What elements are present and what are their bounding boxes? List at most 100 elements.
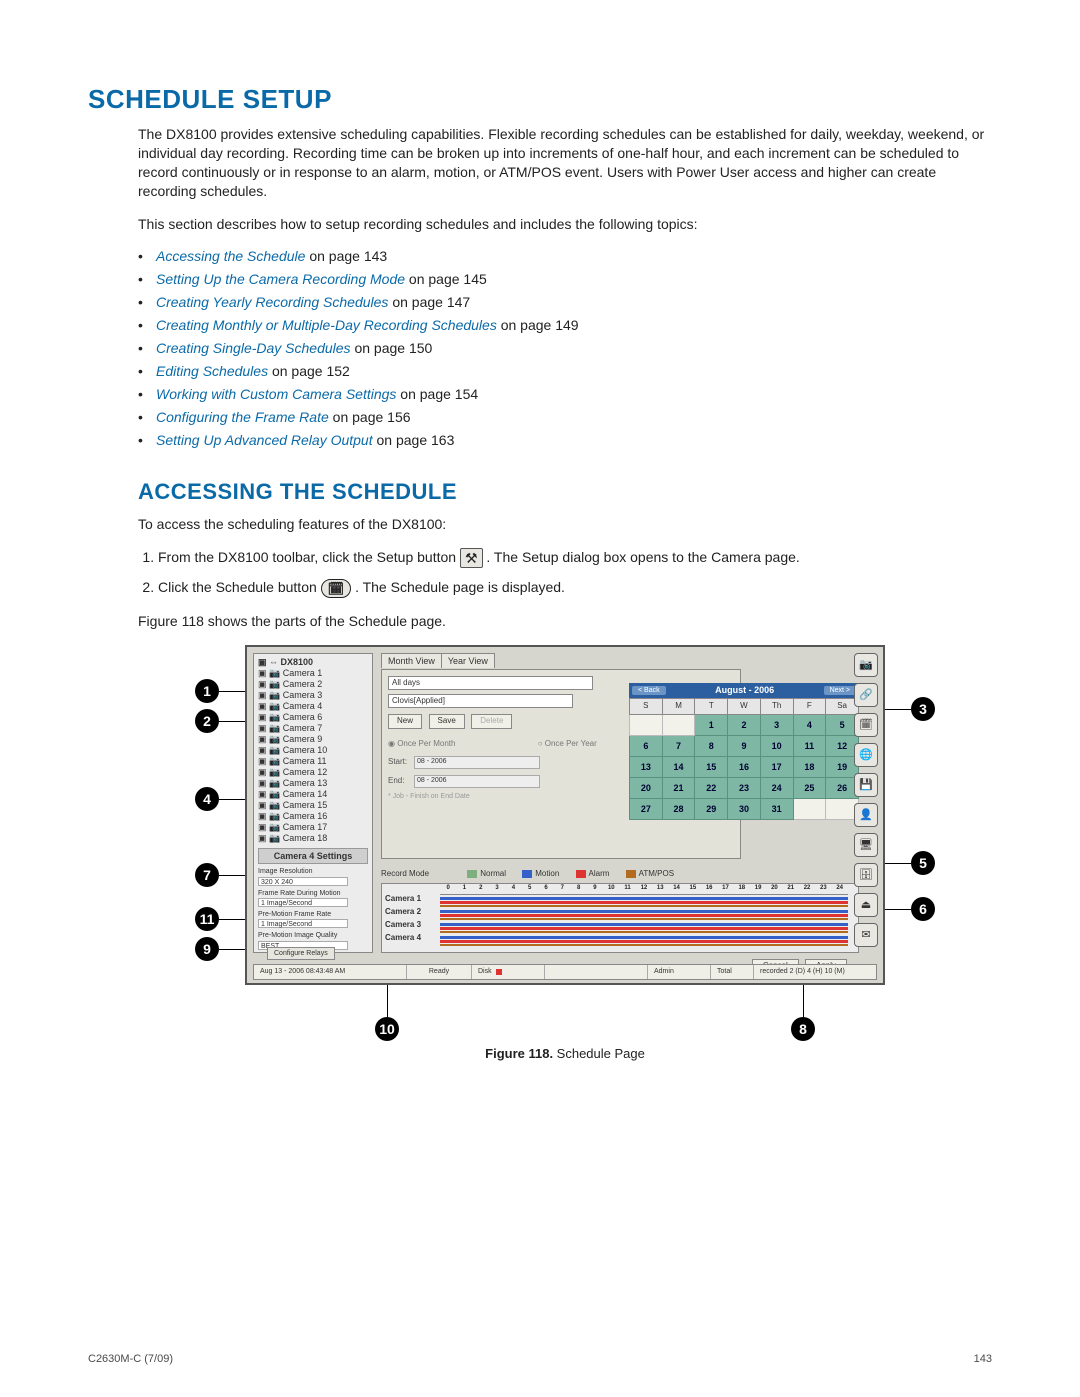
link-editing-schedules[interactable]: Editing Schedules bbox=[156, 363, 268, 379]
timeline-row[interactable] bbox=[440, 908, 848, 921]
days-dropdown[interactable]: All days bbox=[388, 676, 593, 690]
timeline-hour: 13 bbox=[652, 884, 668, 894]
calendar-day[interactable]: 28 bbox=[662, 798, 695, 819]
tree-camera-item[interactable]: ▣ 📷 Camera 10 bbox=[258, 745, 368, 756]
timeline-hour: 24 bbox=[832, 884, 848, 894]
tree-camera-item[interactable]: ▣ 📷 Camera 4 bbox=[258, 701, 368, 712]
calendar-day[interactable]: 8 bbox=[695, 735, 728, 756]
calendar-day[interactable]: 6 bbox=[630, 735, 663, 756]
tree-camera-item[interactable]: ▣ 📷 Camera 3 bbox=[258, 690, 368, 701]
calendar-day[interactable]: 23 bbox=[728, 777, 761, 798]
save-button[interactable]: Save bbox=[429, 714, 465, 729]
calendar-day[interactable]: 2 bbox=[728, 714, 761, 735]
camera-settings-header: Camera 4 Settings bbox=[258, 848, 368, 864]
end-date-field[interactable]: 08 - 2006 bbox=[414, 775, 540, 788]
calendar-day[interactable]: 15 bbox=[695, 756, 728, 777]
tree-camera-item[interactable]: ▣ 📷 Camera 13 bbox=[258, 778, 368, 789]
radio-once-per-year[interactable]: ○ Once Per Year bbox=[538, 739, 637, 750]
calendar-day[interactable]: 9 bbox=[728, 735, 761, 756]
link-suffix: on page 152 bbox=[268, 363, 350, 379]
tree-camera-item[interactable]: ▣ 📷 Camera 17 bbox=[258, 822, 368, 833]
link-suffix: on page 163 bbox=[373, 432, 455, 448]
tree-camera-item[interactable]: ▣ 📷 Camera 11 bbox=[258, 756, 368, 767]
calendar-day[interactable]: 29 bbox=[695, 798, 728, 819]
calendar-day[interactable]: 27 bbox=[630, 798, 663, 819]
storage-icon[interactable]: 🗄 bbox=[854, 863, 878, 887]
link-frame-rate[interactable]: Configuring the Frame Rate bbox=[156, 409, 329, 425]
tree-camera-item[interactable]: ▣ 📷 Camera 1 bbox=[258, 668, 368, 679]
tree-camera-item[interactable]: ▣ 📷 Camera 7 bbox=[258, 723, 368, 734]
status-recorded: recorded 2 (D) 4 (H) 10 (M) bbox=[754, 965, 876, 979]
new-button[interactable]: New bbox=[388, 714, 422, 729]
motion-frame-rate-value[interactable]: 1 Image/Second bbox=[258, 898, 348, 907]
timeline-panel[interactable]: Camera 1Camera 2Camera 3Camera 4 0123456… bbox=[381, 883, 859, 953]
timeline-camera-label: Camera 2 bbox=[382, 907, 440, 920]
disk-dot-icon bbox=[496, 969, 502, 975]
camera-icon[interactable]: 📷 bbox=[854, 653, 878, 677]
schedule-icon[interactable]: 🗓 bbox=[854, 713, 878, 737]
link-yearly-schedules[interactable]: Creating Yearly Recording Schedules bbox=[156, 294, 388, 310]
link-monthly-schedules[interactable]: Creating Monthly or Multiple-Day Recordi… bbox=[156, 317, 497, 333]
calendar-day[interactable]: 16 bbox=[728, 756, 761, 777]
calendar-day bbox=[662, 714, 695, 735]
calendar-day[interactable]: 24 bbox=[760, 777, 793, 798]
tree-camera-item[interactable]: ▣ 📷 Camera 18 bbox=[258, 833, 368, 844]
calendar-day[interactable]: 21 bbox=[662, 777, 695, 798]
callout-8: 8 bbox=[791, 1017, 815, 1041]
calendar-day[interactable]: 3 bbox=[760, 714, 793, 735]
timeline-row[interactable] bbox=[440, 921, 848, 934]
radio-once-per-month[interactable]: ◉ Once Per Month bbox=[388, 739, 495, 750]
timeline-row[interactable] bbox=[440, 895, 848, 908]
calendar-day[interactable]: 17 bbox=[760, 756, 793, 777]
link-icon[interactable]: 🔗 bbox=[854, 683, 878, 707]
ext-monitor-icon[interactable]: 🖥 bbox=[854, 833, 878, 857]
calendar-day[interactable]: 25 bbox=[793, 777, 826, 798]
calendar-day[interactable]: 31 bbox=[760, 798, 793, 819]
notification-icon[interactable]: ✉ bbox=[854, 923, 878, 947]
calendar-day[interactable]: 7 bbox=[662, 735, 695, 756]
calendar-day[interactable]: 20 bbox=[630, 777, 663, 798]
calendar-next-button[interactable]: Next > bbox=[824, 686, 856, 695]
timeline-hour: 6 bbox=[538, 884, 554, 894]
tree-camera-item[interactable]: ▣ 📷 Camera 16 bbox=[258, 811, 368, 822]
configure-relays-button[interactable]: Configure Relays bbox=[267, 947, 335, 960]
network-icon[interactable]: 🌐 bbox=[854, 743, 878, 767]
link-accessing-schedule[interactable]: Accessing the Schedule bbox=[156, 248, 305, 264]
calendar-day[interactable]: 4 bbox=[793, 714, 826, 735]
link-single-day-schedules[interactable]: Creating Single-Day Schedules bbox=[156, 340, 351, 356]
delete-button[interactable]: Delete bbox=[471, 714, 512, 729]
tab-month-view[interactable]: Month View bbox=[381, 653, 442, 668]
intro-paragraph: The DX8100 provides extensive scheduling… bbox=[138, 125, 992, 201]
link-advanced-relay[interactable]: Setting Up Advanced Relay Output bbox=[156, 432, 373, 448]
calendar-day[interactable]: 22 bbox=[695, 777, 728, 798]
calendar-day[interactable]: 13 bbox=[630, 756, 663, 777]
tree-camera-item[interactable]: ▣ 📷 Camera 15 bbox=[258, 800, 368, 811]
link-camera-recording-mode[interactable]: Setting Up the Camera Recording Mode bbox=[156, 271, 405, 287]
tab-year-view[interactable]: Year View bbox=[441, 653, 495, 668]
camera-tree-sidebar[interactable]: ▣ ⇔ DX8100 ▣ 📷 Camera 1 ▣ 📷 Camera 2 ▣ 📷… bbox=[253, 653, 373, 953]
calendar-day[interactable]: 11 bbox=[793, 735, 826, 756]
timeline-row[interactable] bbox=[440, 934, 848, 947]
calendar-day[interactable]: 1 bbox=[695, 714, 728, 735]
calendar-day[interactable]: 14 bbox=[662, 756, 695, 777]
tree-root[interactable]: ▣ ⇔ DX8100 bbox=[258, 657, 368, 668]
start-date-field[interactable]: 08 - 2006 bbox=[414, 756, 540, 769]
calendar-day[interactable]: 18 bbox=[793, 756, 826, 777]
schedule-name-dropdown[interactable]: Clovis[Applied] bbox=[388, 694, 573, 708]
calendar-table[interactable]: SMTWThFSa1234567891011121314151617181920… bbox=[629, 698, 859, 820]
backup-icon[interactable]: 💾 bbox=[854, 773, 878, 797]
premotion-frame-rate-value[interactable]: 1 Image/Second bbox=[258, 919, 348, 928]
calendar-day[interactable]: 10 bbox=[760, 735, 793, 756]
timeline-hour: 1 bbox=[456, 884, 472, 894]
calendar-day[interactable]: 30 bbox=[728, 798, 761, 819]
exit-icon[interactable]: ⏏ bbox=[854, 893, 878, 917]
link-custom-camera-settings[interactable]: Working with Custom Camera Settings bbox=[156, 386, 396, 402]
tree-camera-item[interactable]: ▣ 📷 Camera 14 bbox=[258, 789, 368, 800]
calendar-back-button[interactable]: < Back bbox=[632, 686, 666, 695]
tree-camera-item[interactable]: ▣ 📷 Camera 2 bbox=[258, 679, 368, 690]
image-resolution-value[interactable]: 320 X 240 bbox=[258, 877, 348, 886]
tree-camera-item[interactable]: ▣ 📷 Camera 12 bbox=[258, 767, 368, 778]
tree-camera-item[interactable]: ▣ 📷 Camera 9 bbox=[258, 734, 368, 745]
tree-camera-item[interactable]: ▣ 📷 Camera 6 bbox=[258, 712, 368, 723]
user-icon[interactable]: 👤 bbox=[854, 803, 878, 827]
